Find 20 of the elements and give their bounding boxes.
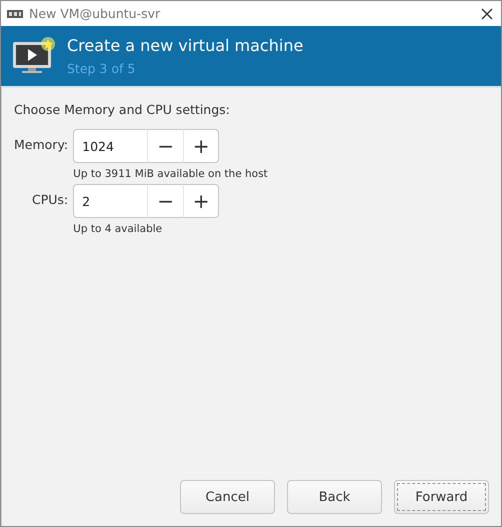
increment-button[interactable]: + <box>183 129 220 163</box>
spin-field[interactable]: 2 <box>73 184 148 218</box>
app-icon <box>7 8 23 18</box>
field-hint: Up to 3911 MiB available on the host <box>73 168 268 180</box>
decrement-button[interactable]: − <box>147 129 184 163</box>
header-title: Create a new virtual machine <box>67 36 304 55</box>
field-label: Memory: <box>14 137 68 154</box>
window-title: New VM@ubuntu-svr <box>29 6 162 21</box>
field-hint: Up to 4 available <box>73 223 164 235</box>
section-prompt: Choose Memory and CPU settings: <box>14 102 231 117</box>
field-label: CPUs: <box>31 192 68 209</box>
dialog-button[interactable]: Back <box>287 480 382 514</box>
monitor-icon <box>11 36 57 76</box>
dialog-button[interactable]: Forward <box>394 480 489 514</box>
spin-field[interactable]: 1024 <box>73 129 148 163</box>
close-icon[interactable] <box>481 8 493 20</box>
increment-button[interactable]: + <box>183 184 220 218</box>
step-indicator: Step 3 of 5 <box>67 61 136 76</box>
dialog-button[interactable]: Cancel <box>180 480 275 514</box>
decrement-button[interactable]: − <box>147 184 184 218</box>
